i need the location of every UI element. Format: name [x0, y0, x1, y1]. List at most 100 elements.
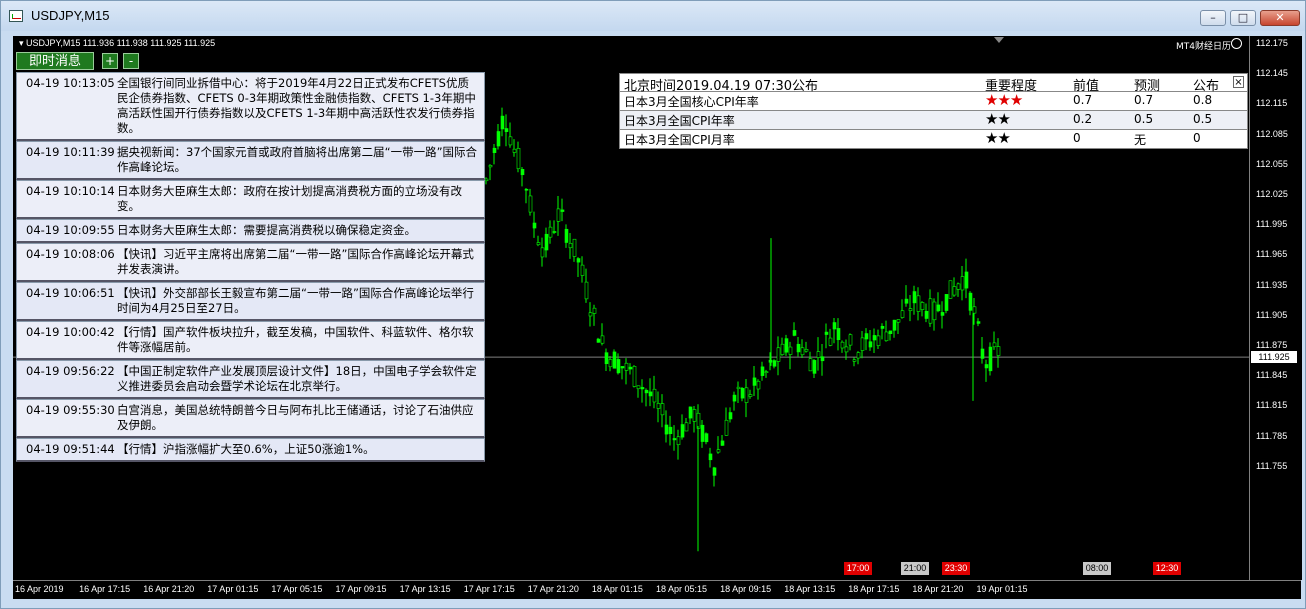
candle-body: [948, 280, 953, 299]
candle-body: [516, 148, 521, 170]
candle-body: [484, 178, 489, 182]
news-item[interactable]: 04-19 09:51:44 【行情】沪指涨幅扩大至0.6%，上证50涨逾1%。: [16, 438, 485, 462]
time-axis[interactable]: 16 Apr 2019 16 Apr 17:15 16 Apr 21:20 17 Ap…: [13, 580, 1301, 599]
time-tick-label: 18 Apr 05:15: [656, 584, 708, 594]
event-time-marker[interactable]: 23:30: [942, 562, 970, 575]
candle-body: [664, 424, 669, 435]
candle-body: [980, 348, 985, 359]
candle-body: [824, 331, 829, 335]
forecast-value: 0.7: [1134, 93, 1154, 107]
candle-body: [604, 352, 609, 365]
news-text: 白宫消息，美国总统特朗普今日与阿布扎比王储通话，讨论了石油供应及伊朗。: [117, 403, 474, 432]
calendar-row[interactable]: 日本3月全国核心CPI年率 ★★★ 0.7 0.7 0.8: [619, 91, 1248, 111]
candle-body: [748, 394, 753, 397]
event-time-marker[interactable]: 12:30: [1153, 562, 1181, 575]
chart-shift-marker-icon[interactable]: [994, 37, 1004, 43]
title-bar[interactable]: USDJPY,M15 – □ ✕: [1, 1, 1305, 31]
calendar-close-button[interactable]: ×: [1233, 76, 1244, 88]
candle-body: [624, 362, 629, 371]
candle-body: [828, 337, 833, 346]
event-time-marker[interactable]: 08:00: [1083, 562, 1111, 575]
news-item[interactable]: 04-19 10:09:55 日本财务大臣麻生太郎：需要提高消费税以确保稳定资金。: [16, 219, 485, 243]
price-tick-label: 112.145: [1256, 68, 1288, 79]
price-tick-label: 111.815: [1256, 400, 1288, 411]
news-expand-button[interactable]: +: [102, 53, 118, 69]
event-time-marker[interactable]: 17:00: [844, 562, 872, 575]
candle-body: [644, 389, 649, 394]
gear-icon[interactable]: [1231, 38, 1242, 49]
candle-body: [620, 366, 625, 369]
candle-body: [788, 346, 793, 355]
candle-body: [816, 351, 821, 358]
candle-body: [852, 359, 857, 362]
candle-body: [848, 334, 853, 346]
calendar-row[interactable]: 日本3月全国CPI年率 ★★ 0.2 0.5 0.5: [619, 110, 1248, 130]
time-tick-label: 18 Apr 09:15: [720, 584, 772, 594]
candle-body: [860, 337, 865, 351]
candle-body: [796, 343, 801, 353]
candle-body: [700, 424, 705, 442]
news-item[interactable]: 04-19 09:56:22 【中国正制定软件产业发展顶层设计文件】18日，中国电…: [16, 360, 485, 399]
news-tab[interactable]: 即时消息: [16, 52, 94, 70]
candle-body: [628, 366, 633, 370]
candle-body: [800, 347, 805, 356]
news-list: 04-19 10:13:05 全国银行间同业拆借中心：将于2019年4月22日正式…: [16, 72, 485, 462]
candle-body: [784, 338, 789, 353]
news-item[interactable]: 04-19 10:06:51 【快讯】外交部部长王毅宣布第二届“一带一路”国际合作…: [16, 282, 485, 321]
minimize-button[interactable]: –: [1200, 10, 1226, 26]
time-tick-label: 17 Apr 09:15: [335, 584, 387, 594]
news-text: 【快讯】外交部部长王毅宣布第二届“一带一路”国际合作高峰论坛举行时间为4月25日…: [117, 286, 474, 315]
candle-body: [996, 346, 1001, 356]
candle-body: [820, 356, 825, 362]
candle-body: [892, 319, 897, 331]
previous-value: 0.2: [1073, 112, 1093, 126]
candle-body: [984, 364, 989, 369]
time-tick-label: 19 Apr 01:15: [976, 584, 1028, 594]
candle-body: [540, 247, 545, 258]
symbol-info: ▾ USDJPY,M15 111.936 111.938 111.925 111…: [19, 38, 216, 48]
candle-body: [976, 321, 981, 324]
news-item[interactable]: 04-19 10:00:42 【行情】国产软件板块拉升，截至发稿，中国软件、科蓝软…: [16, 321, 485, 360]
candle-body: [640, 387, 645, 390]
candle-body: [680, 424, 685, 438]
close-button[interactable]: ✕: [1260, 10, 1300, 26]
time-tick-label: 17 Apr 17:15: [463, 584, 515, 594]
event-time-marker[interactable]: 21:00: [901, 562, 929, 575]
news-item[interactable]: 04-19 10:10:14 日本财务大臣麻生太郎：政府在按计划提高消费税方面的立…: [16, 180, 485, 219]
candle-body: [960, 276, 965, 291]
candle-body: [772, 360, 777, 367]
news-collapse-button[interactable]: -: [123, 53, 139, 69]
candle-body: [684, 422, 689, 432]
candle-body: [500, 115, 505, 130]
price-tick-label: 112.055: [1256, 158, 1288, 169]
candle-body: [732, 394, 737, 402]
candle-body: [872, 335, 877, 341]
importance-stars: ★★: [985, 110, 1011, 128]
candle-body: [600, 335, 605, 344]
candle-body: [832, 322, 837, 330]
candle-body: [520, 169, 525, 176]
candle-body: [668, 426, 673, 435]
candle-body: [972, 306, 977, 314]
candle-body: [956, 283, 961, 290]
news-time: 04-19 09:51:44: [26, 442, 115, 456]
maximize-button[interactable]: □: [1230, 10, 1256, 26]
candle-body: [504, 128, 509, 132]
calendar-row[interactable]: 日本3月全国CPI月率 ★★ 0 无 0: [619, 129, 1248, 149]
price-tick-label: 112.175: [1256, 38, 1288, 48]
news-item[interactable]: 04-19 10:11:39 据央视新闻：37个国家元首或政府首脑将出席第二届“一…: [16, 141, 485, 180]
candle-body: [924, 310, 929, 319]
time-tick-label: 18 Apr 21:20: [912, 584, 964, 594]
price-axis[interactable]: 112.175 112.145 112.115 112.085 112.055 112.0…: [1249, 36, 1302, 580]
candle-body: [844, 346, 849, 353]
candle-body: [880, 325, 885, 329]
price-tick-label: 111.845: [1256, 370, 1288, 381]
price-tick-label: 112.085: [1256, 128, 1288, 139]
news-item[interactable]: 04-19 10:08:06 【快讯】习近平主席将出席第二届“一带一路”国际合作高…: [16, 243, 485, 282]
actual-value: 0.8: [1193, 93, 1213, 107]
news-item[interactable]: 04-19 09:55:30 白宫消息，美国总统特朗普今日与阿布扎比王储通话，讨论…: [16, 399, 485, 438]
news-item[interactable]: 04-19 10:13:05 全国银行间同业拆借中心：将于2019年4月22日正式…: [16, 72, 485, 141]
candle-body: [992, 342, 997, 348]
candle-body: [780, 343, 785, 355]
candle-body: [588, 312, 593, 317]
